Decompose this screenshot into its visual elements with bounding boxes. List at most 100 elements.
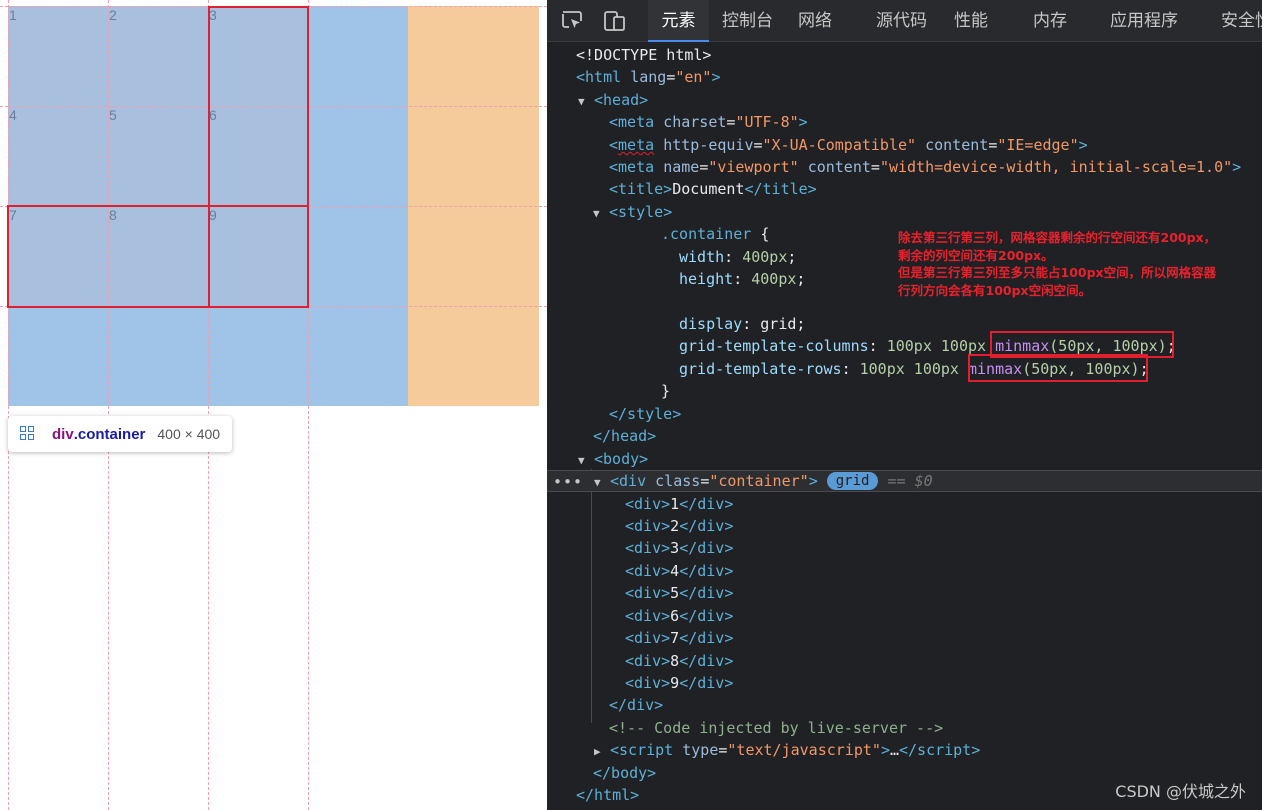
tooltip-size: 400 × 400 (157, 426, 221, 442)
attr-name: type (682, 741, 719, 759)
css-line[interactable]: } (661, 380, 670, 402)
tab-sources[interactable]: 源代码 (876, 0, 927, 42)
collapse-arrow-icon[interactable]: ▶ (594, 741, 610, 763)
devtools-toolbar: 元素 控制台 网络 源代码 性能 内存 应用程序 安全性 (547, 0, 1262, 42)
grid-item[interactable]: 2 (108, 6, 208, 106)
third-row-highlight (7, 205, 309, 308)
tab-network[interactable]: 网络 (798, 0, 832, 42)
css-line[interactable]: display: grid; (679, 313, 805, 335)
dom-line-head-close[interactable]: </head> (593, 425, 656, 447)
css-property: display (679, 315, 743, 333)
child-text: 5 (670, 584, 680, 602)
attr-value: "text/javascript" (727, 741, 881, 759)
dom-line-child[interactable]: <div>2</div> (625, 515, 733, 537)
css-property: height (679, 270, 734, 288)
dom-line-container[interactable]: ▼ <div class="container"> grid == $0 (594, 470, 933, 492)
dom-line-style-close[interactable]: </style> (609, 403, 681, 425)
node-actions-ellipsis[interactable]: ••• (553, 473, 583, 491)
expand-arrow-icon[interactable]: ▼ (593, 203, 609, 225)
element-tooltip: div .container 400 × 400 (8, 416, 233, 452)
dom-line-child[interactable]: <div>5</div> (625, 582, 733, 604)
dom-line-title[interactable]: <title>Document</title> (609, 178, 817, 200)
css-selector: .container (661, 225, 752, 243)
tab-memory[interactable]: 内存 (1033, 0, 1067, 42)
tag-name: style (618, 203, 664, 221)
expand-arrow-icon[interactable]: ▼ (594, 472, 610, 494)
selected-node-marker: == $0 (887, 472, 933, 490)
child-text: 1 (670, 495, 680, 513)
tooltip-tag: div (52, 425, 74, 443)
attr-name: name (663, 158, 700, 176)
tab-elements[interactable]: 元素 (648, 0, 709, 42)
tree-indent-guide (591, 469, 592, 723)
dom-line-meta[interactable]: <meta charset="UTF-8"> (609, 111, 808, 133)
dom-line-child[interactable]: <div>7</div> (625, 627, 733, 649)
css-value: 400px (751, 270, 797, 288)
css-line[interactable]: height: 400px; (679, 268, 805, 290)
grid-item[interactable]: 5 (108, 106, 208, 206)
dom-line-script[interactable]: ▶ <script type="text/javascript">…</scrip… (594, 739, 980, 761)
dom-line-child[interactable]: <div>3</div> (625, 537, 733, 559)
css-value: 400px (742, 248, 788, 266)
attr-name: charset (663, 113, 727, 131)
dom-line-body-close[interactable]: </body> (593, 762, 656, 784)
child-text: 8 (670, 652, 680, 670)
grid-overlay-line (108, 0, 109, 810)
dom-line-style[interactable]: ▼ <style> (593, 201, 672, 223)
attr-value: "width=device-width, initial-scale=1.0" (879, 158, 1233, 176)
dom-line-div-close[interactable]: </div> (609, 694, 663, 716)
attr-name: lang (630, 68, 667, 86)
annotation-line: 行列方向会各有100px空闲空间。 (898, 282, 1092, 298)
css-property: grid-template-columns (679, 337, 869, 355)
tooltip-class: .container (73, 425, 146, 443)
grid-item[interactable]: 4 (8, 106, 108, 206)
dom-line-doctype[interactable]: <!DOCTYPE html> (576, 44, 711, 66)
dom-line-child[interactable]: <div>6</div> (625, 605, 733, 627)
tab-console[interactable]: 控制台 (722, 0, 773, 42)
grid-item-label: 2 (109, 7, 117, 23)
child-text: 7 (670, 629, 680, 647)
child-text: 9 (670, 674, 680, 692)
tab-application[interactable]: 应用程序 (1110, 0, 1178, 42)
dom-line-html-close[interactable]: </html> (576, 784, 639, 806)
annotation-line: 但是第三行第三列至多只能占100px空间，所以网格容器 (898, 265, 1217, 280)
dom-line-html[interactable]: <html lang="en"> (576, 66, 721, 88)
attr-value: "IE=edge" (997, 136, 1079, 154)
expand-arrow-icon[interactable]: ▼ (578, 450, 594, 472)
dom-line-head[interactable]: ▼ <head> (578, 89, 648, 111)
doctype-text: <!DOCTYPE html> (576, 46, 712, 64)
comment-text: <!-- Code injected by live-server --> (609, 719, 944, 737)
annotation-text: 除去第三行第三列，网格容器剩余的行空间还有200px， 剩余的列空间还有200px… (898, 229, 1216, 299)
grid-item-label: 4 (9, 107, 17, 123)
tab-performance[interactable]: 性能 (954, 0, 988, 42)
dom-line-child[interactable]: <div>4</div> (625, 560, 733, 582)
watermark: CSDN @伏城之外 (1115, 782, 1246, 801)
attr-value: "X-UA-Compatible" (762, 136, 917, 154)
dom-line-comment[interactable]: <!-- Code injected by live-server --> (609, 717, 943, 739)
css-line[interactable]: width: 400px; (679, 246, 796, 268)
dom-line-body[interactable]: ▼ <body> (578, 448, 648, 470)
inspect-element-icon[interactable] (560, 10, 584, 32)
dom-line-child[interactable]: <div>9</div> (625, 672, 733, 694)
attr-value: "viewport" (708, 158, 799, 176)
child-text: 6 (670, 607, 680, 625)
css-property: grid-template-rows (679, 360, 842, 378)
grid-overlay-line (8, 0, 9, 810)
dom-line-child[interactable]: <div>1</div> (625, 493, 733, 515)
tag-name: head (603, 91, 640, 109)
css-line[interactable]: .container { (661, 223, 769, 245)
grid-item[interactable]: 1 (8, 6, 108, 106)
grid-item-label: 1 (9, 7, 17, 23)
expand-arrow-icon[interactable]: ▼ (578, 91, 594, 113)
grid-badge[interactable]: grid (826, 472, 879, 490)
dom-line-child[interactable]: <div>8</div> (625, 650, 733, 672)
dom-line-meta[interactable]: <meta http-equiv="X-UA-Compatible" conte… (609, 134, 1088, 156)
dom-tree: ••• <!DOCTYPE html> <html lang="en"> ▼ <h… (547, 43, 1262, 810)
dom-line-meta[interactable]: <meta name="viewport" content="width=dev… (609, 156, 1241, 178)
attr-name: content (925, 136, 989, 154)
attr-name: content (807, 158, 871, 176)
devtools-panel: 元素 控制台 网络 源代码 性能 内存 应用程序 安全性 ••• <!DOCTY… (547, 0, 1262, 810)
tab-security[interactable]: 安全性 (1221, 0, 1262, 42)
device-toolbar-icon[interactable] (603, 10, 627, 32)
css-property: width (679, 248, 725, 266)
